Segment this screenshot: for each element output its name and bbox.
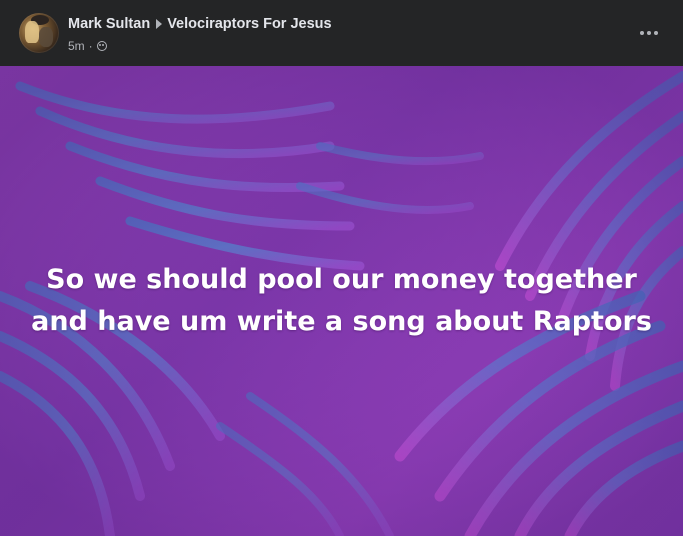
more-options-button[interactable]	[632, 16, 666, 50]
post-background-card: So we should pool our money together and…	[0, 66, 683, 536]
group-name-link[interactable]: Velociraptors For Jesus	[167, 16, 331, 32]
post-body-text: So we should pool our money together and…	[31, 264, 652, 337]
meta-separator: ·	[88, 38, 93, 53]
facebook-post: Mark Sultan Velociraptors For Jesus 5m ·	[0, 0, 683, 536]
triangle-arrow-icon	[156, 19, 163, 29]
post-header: Mark Sultan Velociraptors For Jesus 5m ·	[0, 0, 683, 66]
post-timestamp[interactable]: 5m	[68, 39, 85, 53]
group-privacy-icon[interactable]	[96, 40, 107, 51]
author-avatar[interactable]	[19, 13, 59, 53]
more-options-icon	[640, 31, 658, 35]
author-group-line: Mark Sultan Velociraptors For Jesus	[68, 15, 332, 33]
author-name-link[interactable]: Mark Sultan	[68, 16, 150, 32]
post-meta: 5m ·	[68, 38, 107, 53]
